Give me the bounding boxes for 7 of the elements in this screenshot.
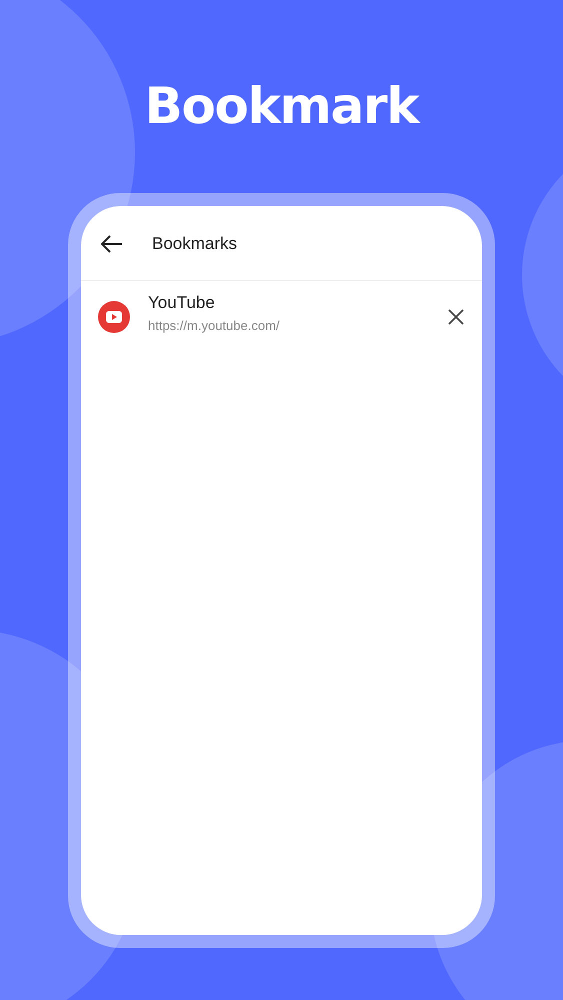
back-icon[interactable] — [101, 235, 123, 253]
screen-title: Bookmarks — [152, 233, 238, 256]
bookmark-title[interactable]: YouTube — [148, 291, 448, 315]
headline: Bookmark — [144, 76, 418, 136]
close-icon[interactable] — [448, 309, 464, 325]
video-play-icon — [98, 301, 130, 333]
bookmark-url: https://m.youtube.com/ — [148, 317, 281, 335]
